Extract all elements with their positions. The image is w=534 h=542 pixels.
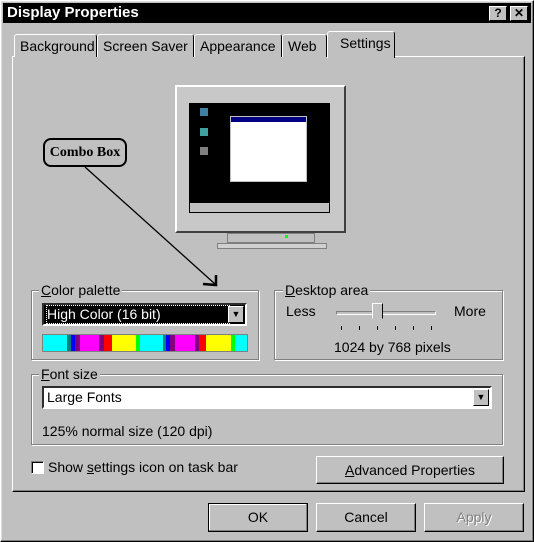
color-sample-bar [42,334,248,352]
chevron-down-icon[interactable]: ▼ [473,389,489,406]
font-size-description: 125% normal size (120 dpi) [42,423,213,439]
color-swatch [199,335,207,351]
color-palette-label: Color palette [39,282,123,298]
slider-thumb[interactable] [372,303,383,323]
color-swatch [175,335,196,351]
color-swatch [43,335,67,351]
slider-tick [359,326,360,330]
slider-tick [377,326,378,330]
font-size-label: Font size [39,366,100,382]
color-swatch [235,335,248,351]
font-size-combo[interactable]: Large Fonts ▼ [42,386,492,409]
slider-tick [413,326,414,330]
color-swatch [79,335,99,351]
font-size-value: Large Fonts [47,389,122,405]
desktop-area-label: Desktop area [283,282,371,298]
resolution-slider[interactable] [336,303,436,333]
chevron-down-icon[interactable]: ▼ [228,306,244,323]
slider-tick [395,326,396,330]
cancel-button[interactable]: Cancel [316,503,416,532]
advanced-properties-button[interactable]: Advanced Properties [316,456,504,484]
apply-button[interactable]: Apply [424,503,524,532]
show-settings-icon-label[interactable]: Show settings icon on task bar [48,459,238,475]
tab-settings[interactable]: Settings [327,31,395,58]
ok-button[interactable]: OK [208,503,308,532]
color-swatch [139,335,164,351]
color-swatch [206,335,232,351]
color-palette-value: High Color (16 bit) [46,305,230,324]
resolution-text: 1024 by 768 pixels [334,339,451,355]
color-palette-combo[interactable]: High Color (16 bit) ▼ [42,303,247,326]
more-label: More [454,303,486,319]
color-swatch [111,335,136,351]
color-swatch [103,335,112,351]
show-settings-icon-checkbox[interactable] [31,461,44,474]
slider-tick [431,326,432,330]
slider-tick [341,326,342,330]
less-label: Less [286,303,316,319]
